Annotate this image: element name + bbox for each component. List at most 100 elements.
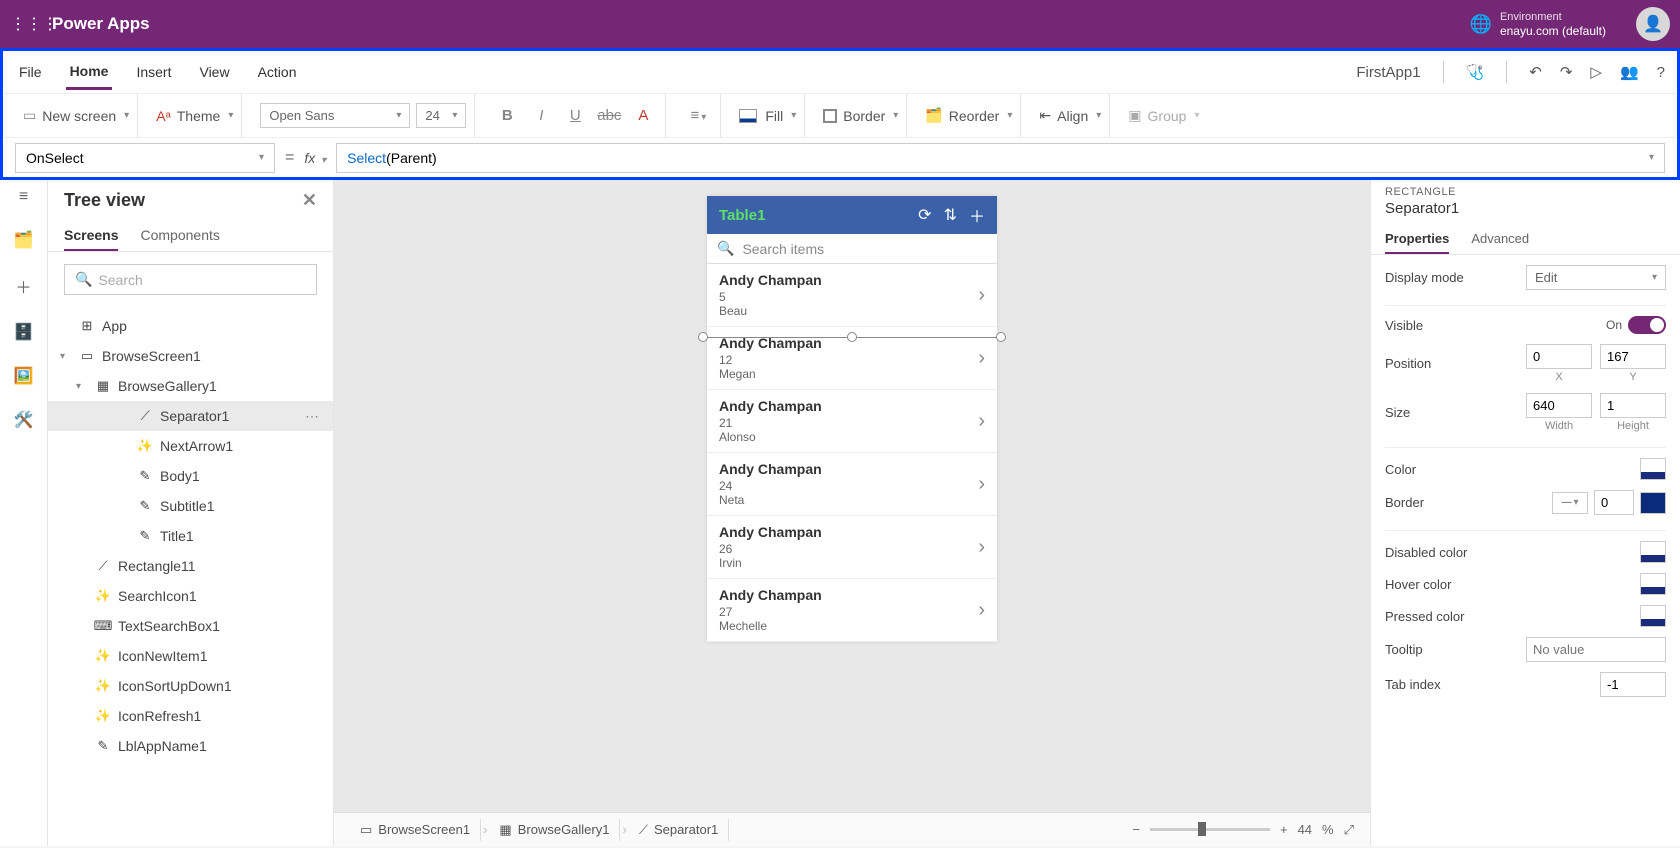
- tree-search-input[interactable]: 🔍 Search: [64, 264, 317, 295]
- breadcrumb-item-gallery[interactable]: ▦BrowseGallery1: [489, 819, 620, 841]
- menu-action[interactable]: Action: [254, 56, 301, 88]
- zoom-control[interactable]: − + 44 % ⤢: [1132, 822, 1354, 838]
- align-button[interactable]: Align: [1057, 108, 1088, 124]
- font-family-select[interactable]: Open Sans▾: [260, 103, 410, 128]
- redo-icon[interactable]: ↷: [1560, 63, 1573, 81]
- sort-icon[interactable]: ⇅: [944, 205, 957, 225]
- more-icon[interactable]: ⋯: [305, 408, 321, 425]
- position-x-input[interactable]: [1526, 344, 1592, 369]
- help-icon[interactable]: ?: [1657, 64, 1665, 81]
- tabindex-input[interactable]: [1600, 672, 1666, 697]
- formula-input[interactable]: Select(Parent) ▾: [336, 143, 1665, 173]
- data-icon[interactable]: 🗄️: [14, 322, 34, 342]
- menu-insert[interactable]: Insert: [132, 56, 175, 88]
- props-tab-properties[interactable]: Properties: [1385, 225, 1449, 254]
- user-avatar[interactable]: 👤: [1636, 7, 1670, 41]
- environment-picker[interactable]: Environment enayu.com (default): [1500, 10, 1606, 38]
- border-color-picker[interactable]: [1640, 492, 1666, 514]
- chevron-right-icon[interactable]: ›: [978, 347, 985, 370]
- breadcrumb-item-separator[interactable]: ⟋Separator1: [629, 819, 729, 841]
- insert-icon[interactable]: ＋: [15, 274, 31, 298]
- fit-icon[interactable]: ⤢: [1344, 822, 1354, 838]
- chevron-right-icon[interactable]: ›: [978, 410, 985, 433]
- fx-icon[interactable]: fx ▾: [304, 150, 326, 166]
- group-button[interactable]: Group: [1148, 108, 1187, 124]
- tree-tab-components[interactable]: Components: [140, 221, 219, 251]
- width-input[interactable]: [1526, 393, 1592, 418]
- tree-item-browsescreen1[interactable]: ▾▭BrowseScreen1: [48, 341, 333, 371]
- play-icon[interactable]: ▷: [1590, 63, 1602, 81]
- app-checker-icon[interactable]: 🩺: [1466, 63, 1485, 81]
- position-y-input[interactable]: [1600, 344, 1666, 369]
- hover-color-picker[interactable]: [1640, 573, 1666, 595]
- border-width-input[interactable]: [1594, 490, 1634, 515]
- undo-icon[interactable]: ↶: [1529, 63, 1542, 81]
- breadcrumb-item-screen[interactable]: ▭BrowseScreen1: [350, 819, 481, 841]
- tools-icon[interactable]: 🛠️: [14, 410, 34, 430]
- canvas[interactable]: Table1 ⟳ ⇅ ＋ 🔍 Search items Andy Champan…: [334, 180, 1370, 846]
- text-align-button[interactable]: ≡▾: [684, 107, 712, 124]
- tree-item-rectangle11[interactable]: ⟋Rectangle11: [48, 551, 333, 581]
- list-item[interactable]: Andy Champan26Irvin›: [707, 516, 997, 579]
- property-selector[interactable]: OnSelect▾: [15, 143, 275, 173]
- font-color-button[interactable]: A: [629, 107, 657, 124]
- chevron-right-icon[interactable]: ›: [978, 536, 985, 559]
- display-mode-select[interactable]: Edit▾: [1526, 265, 1666, 290]
- close-icon[interactable]: ✕: [302, 190, 317, 211]
- preview-search[interactable]: 🔍 Search items: [707, 234, 997, 264]
- zoom-out-icon[interactable]: −: [1132, 822, 1140, 837]
- hamburger-icon[interactable]: ≡: [19, 188, 28, 206]
- tree-item-body1[interactable]: ✎Body1: [48, 461, 333, 491]
- font-size-select[interactable]: 24▾: [416, 103, 466, 128]
- tree-item-browsegallery1[interactable]: ▾▦BrowseGallery1: [48, 371, 333, 401]
- app-launcher-icon[interactable]: ⋮⋮⋮: [10, 14, 44, 34]
- share-icon[interactable]: 👥: [1620, 63, 1639, 81]
- media-icon[interactable]: 🖼️: [14, 366, 34, 386]
- plus-icon[interactable]: ＋: [969, 203, 985, 227]
- visible-toggle[interactable]: [1628, 316, 1666, 334]
- tree-item-iconsortupdown1[interactable]: ✨IconSortUpDown1: [48, 671, 333, 701]
- italic-button[interactable]: I: [527, 107, 555, 124]
- border-style-select[interactable]: — ▾: [1552, 492, 1588, 514]
- tree-item-searchicon1[interactable]: ✨SearchIcon1: [48, 581, 333, 611]
- list-item[interactable]: Andy Champan5Beau›: [707, 264, 997, 327]
- refresh-icon[interactable]: ⟳: [918, 205, 931, 225]
- tree-item-nextarrow1[interactable]: ✨NextArrow1: [48, 431, 333, 461]
- chevron-right-icon[interactable]: ›: [978, 284, 985, 307]
- reorder-button[interactable]: Reorder: [949, 108, 1000, 124]
- tree-item-iconrefresh1[interactable]: ✨IconRefresh1: [48, 701, 333, 731]
- zoom-in-icon[interactable]: +: [1280, 822, 1288, 837]
- menu-home[interactable]: Home: [66, 55, 113, 90]
- new-screen-button[interactable]: New screen: [42, 108, 116, 124]
- tree-item-textsearchbox1[interactable]: ⌨TextSearchBox1: [48, 611, 333, 641]
- color-picker[interactable]: [1640, 458, 1666, 480]
- strikethrough-button[interactable]: abc: [595, 107, 623, 124]
- tree-item-separator1[interactable]: ⟋Separator1⋯: [48, 401, 333, 431]
- list-item[interactable]: Andy Champan21Alonso›: [707, 390, 997, 453]
- tree-item-lblappname1[interactable]: ✎LblAppName1: [48, 731, 333, 761]
- selection-outline[interactable]: [703, 337, 1001, 339]
- height-input[interactable]: [1600, 393, 1666, 418]
- tree-view-icon[interactable]: 🗂️: [14, 230, 34, 250]
- tree-tab-screens[interactable]: Screens: [64, 221, 118, 251]
- list-item[interactable]: Andy Champan27Mechelle›: [707, 579, 997, 642]
- menu-view[interactable]: View: [195, 56, 233, 88]
- disabled-color-picker[interactable]: [1640, 541, 1666, 563]
- border-button[interactable]: Border: [843, 108, 885, 124]
- tree-item-app[interactable]: ⊞App: [48, 311, 333, 341]
- chevron-right-icon[interactable]: ›: [978, 473, 985, 496]
- tooltip-input[interactable]: [1526, 637, 1666, 662]
- chevron-right-icon[interactable]: ›: [978, 599, 985, 622]
- pressed-color-picker[interactable]: [1640, 605, 1666, 627]
- props-tab-advanced[interactable]: Advanced: [1471, 225, 1529, 254]
- tree-item-subtitle1[interactable]: ✎Subtitle1: [48, 491, 333, 521]
- theme-button[interactable]: Theme: [177, 108, 221, 124]
- underline-button[interactable]: U: [561, 107, 589, 124]
- tree-item-iconnewitem1[interactable]: ✨IconNewItem1: [48, 641, 333, 671]
- tree-item-title1[interactable]: ✎Title1: [48, 521, 333, 551]
- bold-button[interactable]: B: [493, 107, 521, 124]
- expand-formula-icon[interactable]: ▾: [1649, 152, 1654, 163]
- fill-button[interactable]: Fill: [765, 108, 783, 124]
- list-item[interactable]: Andy Champan24Neta›: [707, 453, 997, 516]
- menu-file[interactable]: File: [15, 56, 46, 88]
